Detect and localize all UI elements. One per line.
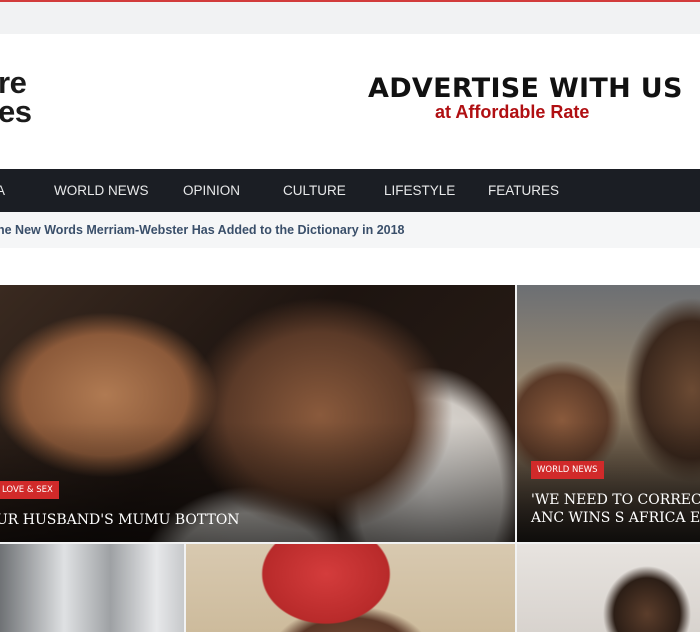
- featured-post-main[interactable]: LOVE & SEX UR HUSBAND'S MUMU BOTTON: [0, 285, 515, 542]
- category-badge[interactable]: LOVE & SEX: [0, 481, 59, 499]
- logo-line-2: es: [0, 94, 32, 130]
- advertise-headline: ADVERTISE WITH US: [368, 73, 683, 104]
- post-thumbnail[interactable]: [0, 544, 184, 632]
- nav-item-world-news[interactable]: WORLD NEWS: [54, 169, 149, 212]
- logo-line-1: re: [0, 65, 27, 100]
- nav-item-lifestyle[interactable]: LIFESTYLE: [384, 169, 455, 212]
- nav-item-features[interactable]: FEATURES: [488, 169, 559, 212]
- featured-post-side[interactable]: WORLD NEWS 'WE NEED TO CORRECT C ANC WIN…: [517, 285, 700, 542]
- category-badge[interactable]: WORLD NEWS: [531, 461, 604, 479]
- site-logo[interactable]: re es: [0, 65, 32, 130]
- featured-post-title[interactable]: UR HUSBAND'S MUMU BOTTON: [0, 511, 240, 529]
- advertise-banner[interactable]: ADVERTISE WITH US at Affordable Rate: [368, 73, 683, 123]
- nav-item-culture[interactable]: CULTURE: [283, 169, 346, 212]
- content-spacer: [0, 248, 700, 285]
- post-thumbnail[interactable]: [517, 544, 700, 632]
- featured-post-title-line-1[interactable]: 'WE NEED TO CORRECT C: [531, 491, 700, 509]
- site-header: re es ADVERTISE WITH US at Affordable Ra…: [0, 34, 700, 169]
- top-bar: [0, 2, 700, 34]
- nav-item-truncated[interactable]: A: [0, 169, 5, 212]
- main-nav: A WORLD NEWS OPINION CULTURE LIFESTYLE F…: [0, 169, 700, 212]
- featured-post-title-line-2[interactable]: ANC WINS S AFRICA ELE: [531, 509, 700, 527]
- news-ticker: he New Words Merriam-Webster Has Added t…: [0, 212, 700, 248]
- ticker-headline[interactable]: he New Words Merriam-Webster Has Added t…: [0, 223, 405, 237]
- post-thumbnail[interactable]: [186, 544, 515, 632]
- nav-item-opinion[interactable]: OPINION: [183, 169, 240, 212]
- advertise-subline: at Affordable Rate: [435, 102, 590, 122]
